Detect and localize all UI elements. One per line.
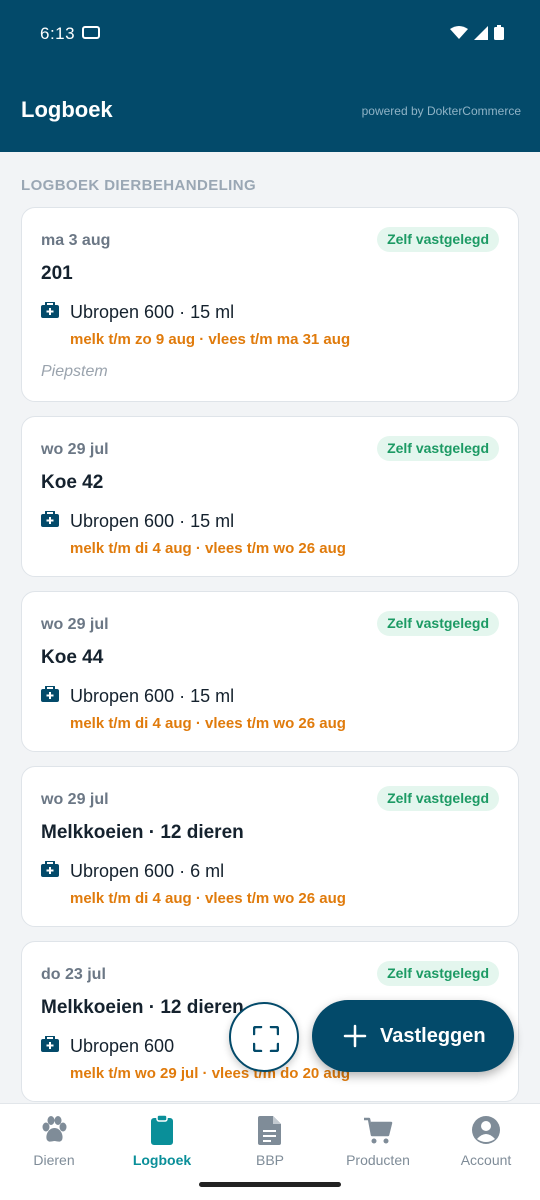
medical-kit-icon — [41, 686, 59, 702]
entry-medication: Ubropen 600 · 6 ml — [70, 861, 225, 881]
nav-label: Logboek — [132, 1152, 192, 1168]
scan-icon — [253, 1026, 279, 1052]
entry-waiting-period: melk t/m di 4 aug · vlees t/m wo 26 aug — [70, 890, 346, 907]
entry-date: do 23 jul — [41, 966, 106, 983]
clipboard-icon — [151, 1114, 173, 1145]
plus-icon — [343, 1024, 367, 1048]
logbook-list: LOGBOEK DIERBEHANDELING ma 3 aug Zelf va… — [0, 152, 540, 1103]
entry-medication: Ubropen 600 · 15 ml — [70, 511, 235, 531]
status-bar: 6:13 — [0, 0, 540, 62]
section-title: LOGBOEK DIERBEHANDELING — [21, 177, 257, 194]
status-badge: Zelf vastgelegd — [377, 786, 499, 811]
entry-medication: Ubropen 600 · 15 ml — [70, 686, 235, 706]
add-entry-label: Vastleggen — [380, 1025, 486, 1047]
add-entry-button[interactable]: Vastleggen — [312, 1000, 514, 1072]
paw-icon — [42, 1116, 67, 1142]
nav-item-logboek[interactable]: Logboek — [108, 1104, 216, 1184]
nav-label: Account — [460, 1152, 512, 1168]
nav-label: BBP — [255, 1152, 284, 1168]
notification-icon — [82, 26, 100, 39]
entry-date: wo 29 jul — [41, 441, 109, 458]
battery-icon — [494, 25, 504, 40]
nav-label: Dieren — [33, 1152, 75, 1168]
entry-title: Melkkoeien · 12 dieren — [41, 997, 244, 1018]
status-badge: Zelf vastgelegd — [377, 611, 499, 636]
entry-date: ma 3 aug — [41, 232, 111, 249]
status-badge: Zelf vastgelegd — [377, 227, 499, 252]
entry-waiting-period: melk t/m di 4 aug · vlees t/m wo 26 aug — [70, 540, 346, 557]
entry-date: wo 29 jul — [41, 791, 109, 808]
cart-icon — [364, 1117, 393, 1144]
nav-label: Producten — [346, 1152, 410, 1168]
medical-kit-icon — [41, 302, 59, 318]
entry-title: Melkkoeien · 12 dieren — [41, 822, 244, 843]
nav-item-bbp[interactable]: BBP — [216, 1104, 324, 1184]
status-icons — [450, 25, 504, 40]
status-badge: Zelf vastgelegd — [377, 436, 499, 461]
entry-medication: Ubropen 600 — [70, 1036, 175, 1056]
entry-medication: Ubropen 600 · 15 ml — [70, 302, 235, 322]
log-entry-card[interactable]: wo 29 jul Zelf vastgelegd Melkkoeien · 1… — [21, 766, 519, 927]
entry-title: Koe 42 — [41, 472, 104, 493]
nav-item-dieren[interactable]: Dieren — [0, 1104, 108, 1184]
powered-by-text: powered by DokterCommerce — [361, 104, 521, 118]
log-entry-card[interactable]: ma 3 aug Zelf vastgelegd 201 Ubropen 600… — [21, 207, 519, 402]
medical-kit-icon — [41, 1036, 59, 1052]
entry-waiting-period: melk t/m zo 9 aug · vlees t/m ma 31 aug — [70, 331, 351, 348]
entry-waiting-period: melk t/m di 4 aug · vlees t/m wo 26 aug — [70, 715, 346, 732]
page-title: Logboek — [21, 97, 113, 122]
account-icon — [472, 1116, 500, 1144]
entry-title: 201 — [41, 263, 73, 284]
wifi-icon — [450, 25, 468, 39]
status-badge: Zelf vastgelegd — [377, 961, 499, 986]
log-entry-card[interactable]: wo 29 jul Zelf vastgelegd Koe 42 Ubropen… — [21, 416, 519, 577]
medical-kit-icon — [41, 511, 59, 527]
nav-item-producten[interactable]: Producten — [324, 1104, 432, 1184]
status-time: 6:13 — [40, 24, 76, 43]
scan-button[interactable] — [229, 1002, 299, 1072]
document-icon — [258, 1116, 281, 1145]
home-indicator — [199, 1182, 341, 1187]
entry-date: wo 29 jul — [41, 616, 109, 633]
medical-kit-icon — [41, 861, 59, 877]
entry-note: Piepstem — [41, 363, 108, 380]
signal-icon — [474, 25, 488, 40]
log-entry-card[interactable]: wo 29 jul Zelf vastgelegd Koe 44 Ubropen… — [21, 591, 519, 752]
app-header: 6:13 Logboek powered by DokterCommerce — [0, 0, 540, 152]
entry-title: Koe 44 — [41, 647, 104, 668]
nav-item-account[interactable]: Account — [432, 1104, 540, 1184]
entry-waiting-period: melk t/m wo 29 jul · vlees t/m do 20 aug — [70, 1065, 351, 1082]
